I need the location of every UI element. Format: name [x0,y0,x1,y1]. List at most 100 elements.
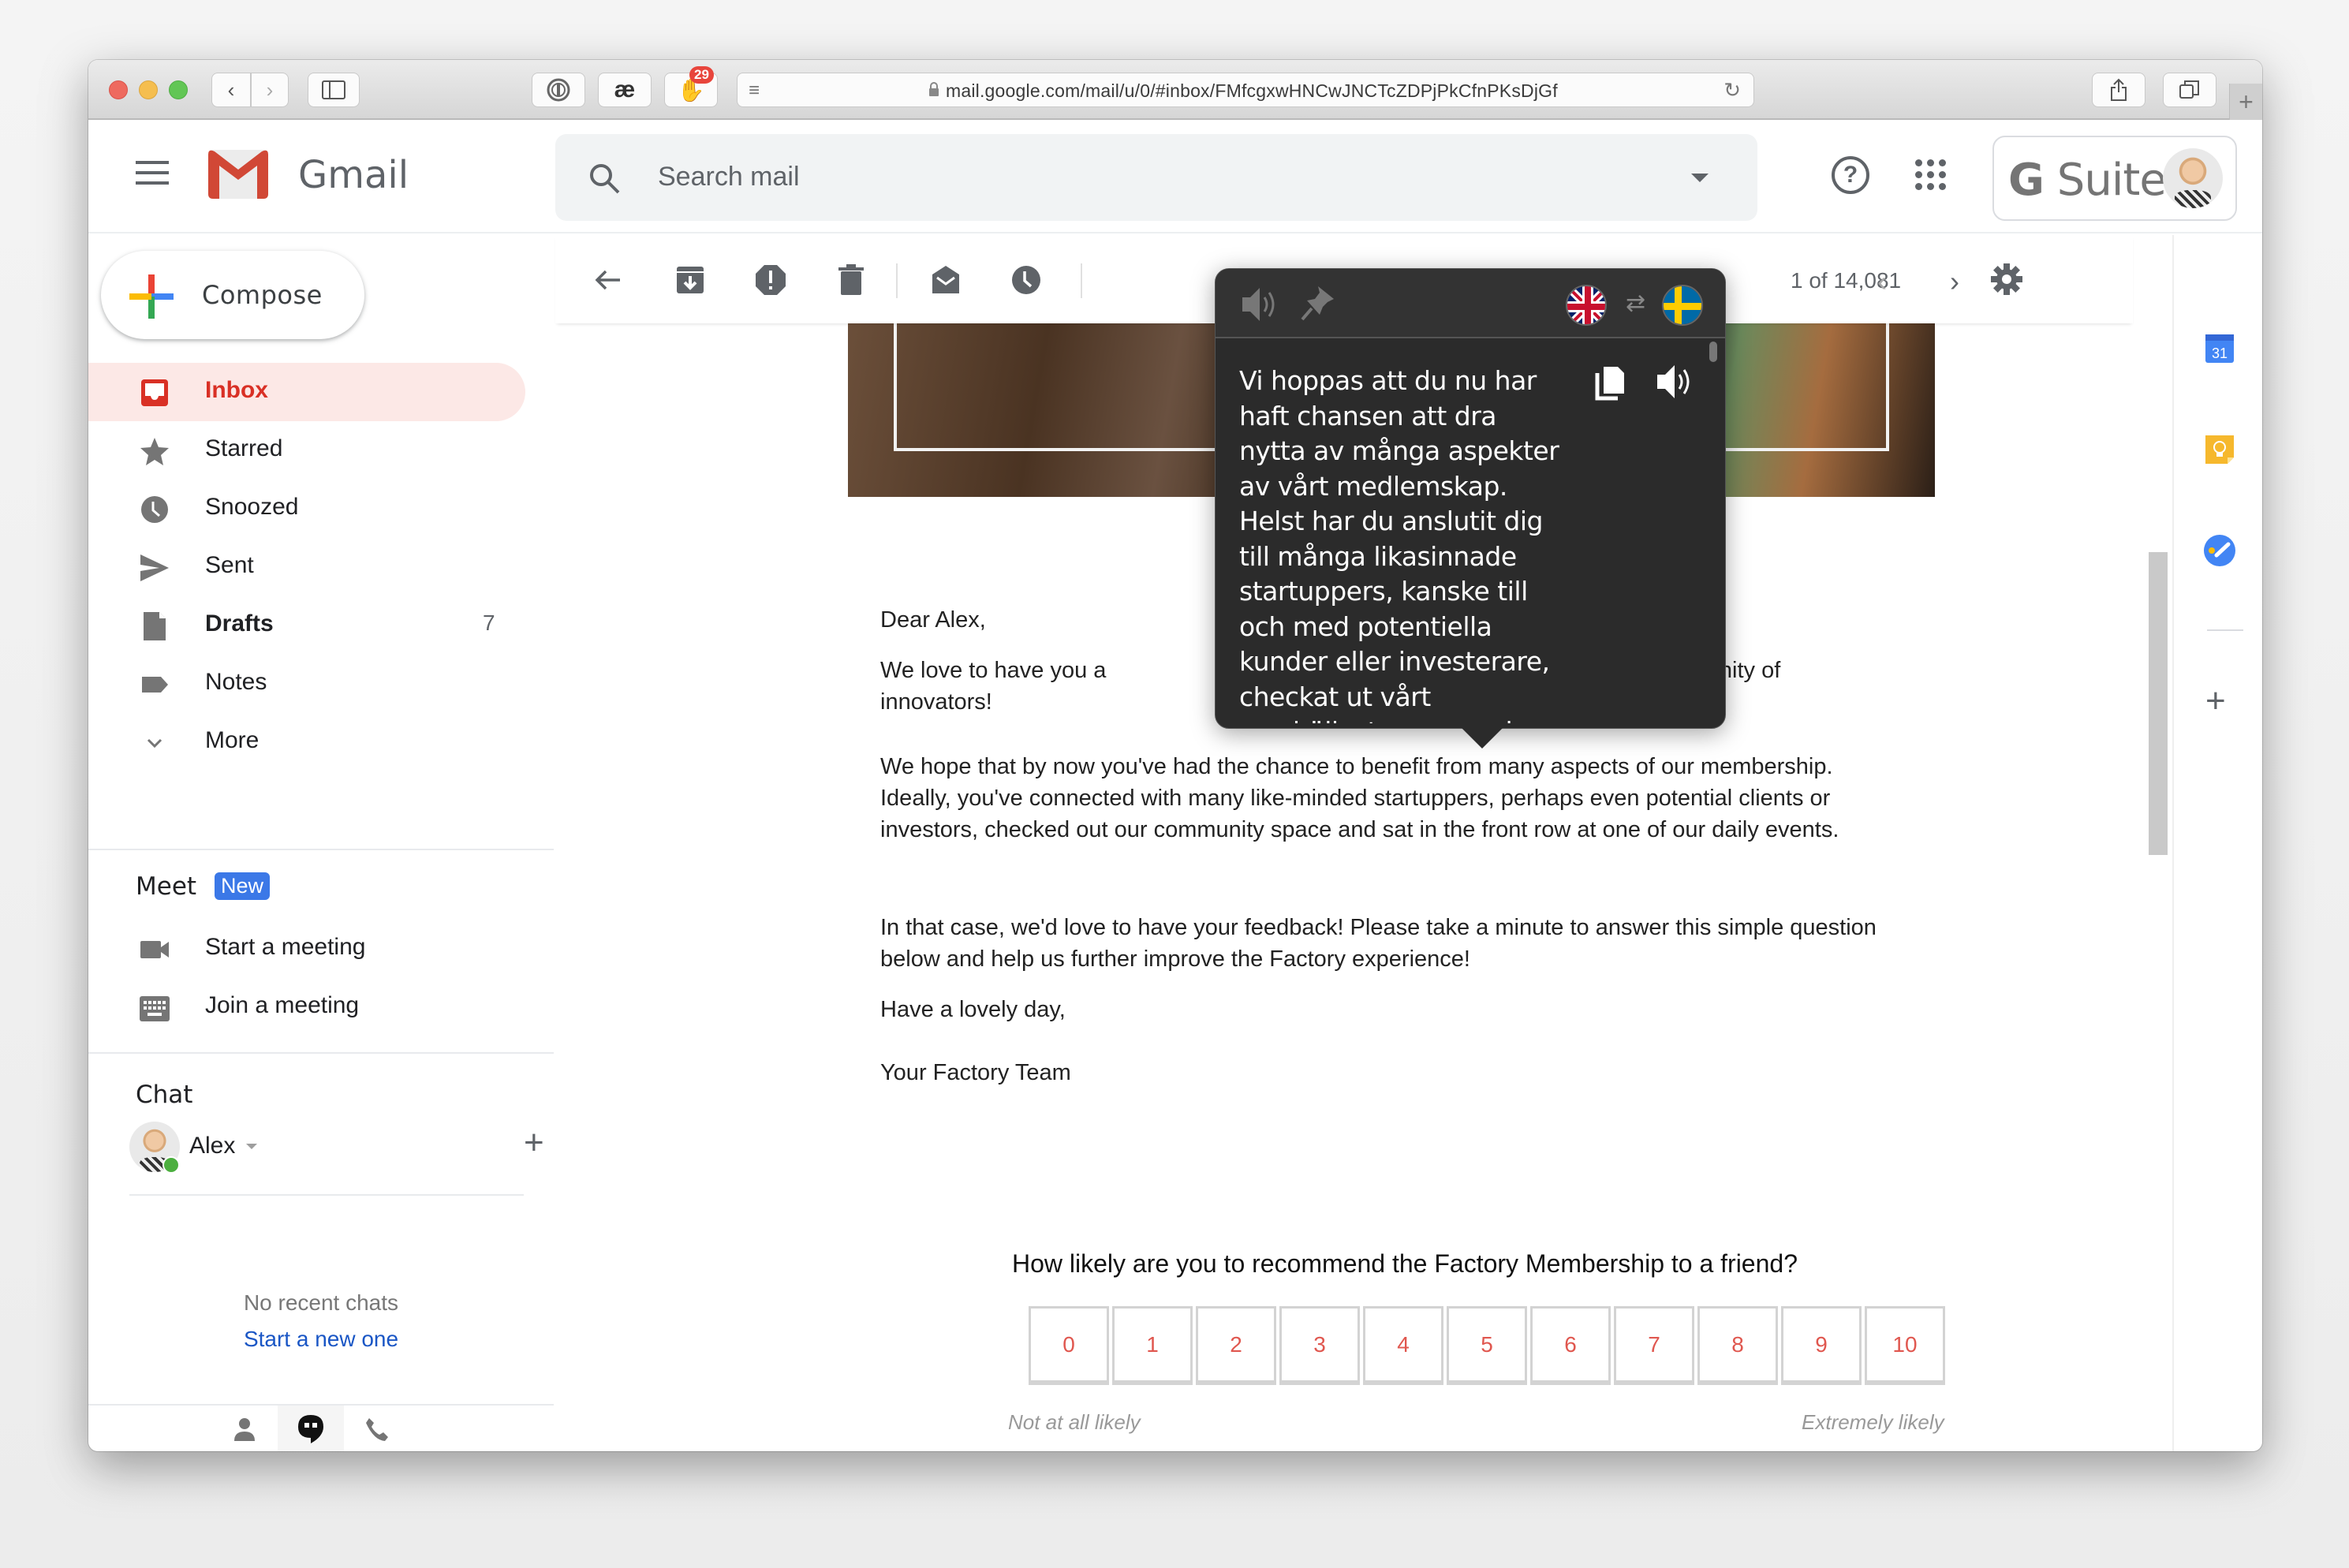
pin-icon[interactable] [1301,283,1337,323]
nps-option-9[interactable]: 9 [1781,1306,1862,1385]
main-menu-button[interactable] [136,161,169,185]
hangouts-icon [298,1415,323,1443]
reload-icon[interactable]: ↻ [1723,78,1741,103]
nps-option-5[interactable]: 5 [1447,1306,1527,1385]
share-button[interactable] [2092,73,2145,107]
nps-option-10[interactable]: 10 [1865,1306,1945,1385]
target-language-flag-sweden-icon[interactable] [1662,285,1703,326]
email-scrollbar-thumb[interactable] [2149,552,2168,855]
new-tab-button[interactable]: + [2229,84,2262,120]
inbox-icon [141,379,168,406]
status-dropdown-icon[interactable] [246,1144,257,1149]
password-manager-button[interactable] [532,73,585,107]
search-bar[interactable]: Search mail [555,134,1757,221]
translation-popup-header: ⇄ [1216,269,1725,338]
nps-option-6[interactable]: 6 [1530,1306,1611,1385]
search-icon [590,164,620,194]
start-new-chat-link[interactable]: Start a new one [88,1327,554,1352]
nav-item-drafts[interactable]: Drafts 7 [88,596,525,655]
new-chat-plus-icon[interactable]: + [524,1123,544,1163]
help-icon[interactable]: ? [1832,156,1869,194]
star-icon [140,438,169,465]
nav-item-sent[interactable]: Sent [88,538,525,596]
nps-option-7[interactable]: 7 [1614,1306,1694,1385]
nps-option-0[interactable]: 0 [1029,1306,1109,1385]
nps-option-3[interactable]: 3 [1279,1306,1360,1385]
zoom-window-button[interactable] [169,80,188,99]
no-recent-chats-text: No recent chats [243,1290,399,1315]
copy-icon[interactable] [1593,364,1629,401]
sidebar-icon [322,80,345,99]
account-avatar[interactable] [2163,148,2223,208]
browser-window: ‹ › æ ✋ 29 ≡ mail.google.com/mail/u/0/#i… [88,60,2262,1451]
search-input[interactable]: Search mail [658,162,800,192]
translation-popup: ⇄ Vi hoppas att du nu har haft chansen a… [1215,268,1726,749]
chat-divider [129,1194,524,1196]
nps-option-1[interactable]: 1 [1112,1306,1193,1385]
contacts-tab[interactable] [211,1406,278,1451]
get-addons-plus-icon[interactable]: + [2205,681,2226,721]
email-paragraph-3: In that case, we'd love to have your fee… [880,915,1877,972]
newer-message-chevron-left-icon[interactable]: ‹ [1877,265,1887,298]
nav-item-inbox[interactable]: Inbox [88,363,525,421]
chat-user-status[interactable]: Alex + [129,1122,571,1177]
minimize-window-button[interactable] [139,80,158,99]
report-spam-icon[interactable] [754,263,787,297]
back-button[interactable]: ‹ [211,73,251,107]
nps-option-4[interactable]: 4 [1363,1306,1443,1385]
email-paragraph-2: We hope that by now you've had the chanc… [880,754,1839,842]
drafts-count: 7 [483,610,495,635]
hamburger-icon [136,161,169,164]
back-arrow-icon[interactable] [592,263,625,297]
search-options-dropdown-icon[interactable] [1691,174,1709,182]
nav-item-snoozed[interactable]: Snoozed [88,480,525,538]
join-meeting-item[interactable]: Join a meeting [88,978,525,1036]
nps-low-label: Not at all likely [1008,1410,1141,1434]
nps-question: How likely are you to recommend the Fact… [1012,1249,1798,1278]
tab-overview-button[interactable] [2163,73,2216,107]
start-meeting-item[interactable]: Start a meeting [88,920,525,978]
archive-icon[interactable] [674,263,707,297]
nav-item-notes[interactable]: Notes [88,655,525,713]
send-icon [140,554,169,581]
clock-icon [141,496,168,523]
nav-item-starred[interactable]: Starred [88,421,525,480]
keep-app-button[interactable] [2202,432,2237,467]
settings-gear-icon[interactable] [1989,262,2024,297]
account-switcher[interactable]: G Suite [1992,136,2237,221]
mark-unread-icon[interactable] [929,263,962,297]
sidebar-toggle-button[interactable] [308,73,360,107]
source-language-flag-uk-icon[interactable] [1566,285,1607,326]
keep-icon [2205,435,2234,464]
gmail-logo-icon [208,150,268,199]
expand-panel-chevron-icon[interactable]: › [2212,1450,2220,1451]
nav-item-more[interactable]: More [88,713,525,771]
nps-scale: 0 1 2 3 4 5 6 7 8 9 10 [1029,1306,1945,1385]
google-apps-icon[interactable] [1915,159,1947,191]
toolbar-separator [896,263,898,298]
swap-languages-icon[interactable]: ⇄ [1626,289,1645,317]
speaker-target-icon[interactable] [1654,362,1697,401]
snooze-icon[interactable] [1010,263,1043,297]
compose-button[interactable]: Compose [101,251,364,339]
nps-high-label: Extremely likely [1802,1410,1944,1434]
hangouts-tab[interactable] [278,1406,344,1451]
forward-button[interactable]: › [251,73,289,107]
ae-extension-button[interactable]: æ [598,73,652,107]
trash-icon[interactable] [835,263,868,297]
phone-tab[interactable] [344,1406,410,1451]
address-bar[interactable]: ≡ mail.google.com/mail/u/0/#inbox/FMfcgx… [737,73,1754,107]
reader-mode-icon[interactable]: ≡ [749,80,760,102]
compose-label: Compose [202,280,323,310]
chat-footer-tabs [88,1404,554,1451]
calendar-app-button[interactable]: 31 [2202,331,2237,366]
left-sidebar: Compose Inbox Starred Snoozed Sent Draft… [88,235,554,1451]
speaker-source-icon[interactable] [1239,285,1282,324]
older-message-chevron-right-icon[interactable]: › [1950,265,1959,298]
tabs-icon [2179,80,2199,99]
nps-option-8[interactable]: 8 [1697,1306,1778,1385]
translation-scrollbar[interactable] [1709,342,1717,362]
tasks-app-button[interactable] [2202,533,2237,568]
close-window-button[interactable] [109,80,128,99]
nps-option-2[interactable]: 2 [1196,1306,1276,1385]
